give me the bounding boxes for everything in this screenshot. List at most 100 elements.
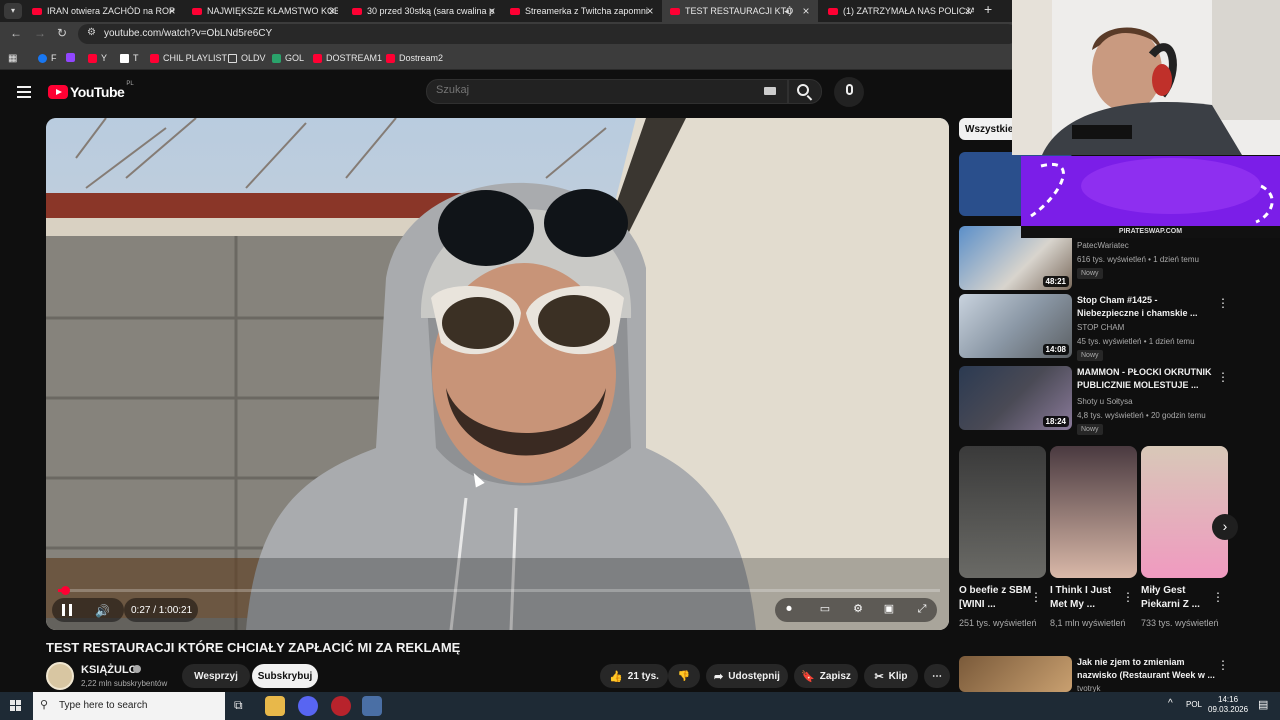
chrome-icon[interactable] [362,696,382,716]
tab-search-menu-button[interactable]: ▾ [4,3,22,19]
youtube-favicon-icon [192,7,202,15]
bookmark-x[interactable]: T [120,53,139,63]
more-vert-icon[interactable]: ⋮ [1217,658,1229,672]
video-title[interactable]: MAMMON - PŁOCKI OKRUTNIK PUBLICZNIE MOLE… [1077,366,1217,392]
bookmark-folder-oldv[interactable]: OLDV [228,53,266,63]
menu-icon[interactable] [17,86,31,101]
close-tab-icon[interactable]: × [486,4,498,18]
bookmark-gol[interactable]: GOL [272,53,304,63]
taskbar-search-placeholder[interactable]: Type here to search [59,700,147,711]
volume-icon[interactable]: 🔊 [95,604,110,618]
short-thumbnail[interactable] [1141,446,1228,578]
short-thumbnail[interactable] [1050,446,1137,578]
clip-label: Klip [888,670,908,682]
search-icon[interactable] [797,84,809,96]
browser-tab[interactable]: NAJWIĘKSZE KŁAMSTWO KOB × [192,0,338,22]
bookmark-chil-playlist[interactable]: CHIL PLAYLIST [150,53,227,63]
chip-all[interactable]: Wszystkie [959,118,1020,140]
support-button[interactable]: Wesprzyj [182,664,250,688]
fullscreen-icon[interactable]: ⤢ [915,603,929,615]
search-input[interactable] [436,84,736,96]
theater-mode-icon[interactable]: ▣ [882,603,896,615]
video-title[interactable]: Jak nie zjem to zmieniam nazwisko (Resta… [1077,656,1217,682]
x-logo-icon [120,53,129,63]
clip-button[interactable]: ✂ Klip [864,664,918,688]
tab-audio-icon[interactable]: ◂) [782,4,794,18]
short-title[interactable]: O beefie z SBM [WINI ... [959,584,1039,612]
progress-bar[interactable] [58,589,940,592]
browser-tab[interactable]: 30 przed 30stką (sara cwalina p × [352,0,498,22]
dislike-button[interactable]: 👎 [668,664,700,688]
close-tab-icon[interactable]: × [166,4,178,18]
task-view-icon[interactable]: ⧉ [234,698,243,713]
recommendation-item[interactable]: 14:08 Stop Cham #1425 - Niebezpieczne i … [959,294,1259,361]
windows-start-icon[interactable] [10,700,22,712]
more-actions-button[interactable]: ⋯ [924,664,950,688]
recommendation-item[interactable]: 18:24 MAMMON - PŁOCKI OKRUTNIK PUBLICZNI… [959,366,1259,435]
bookmark-dostream1[interactable]: DOSTREAM1 [313,53,382,63]
forward-arrow-icon[interactable]: → [34,26,46,40]
reload-icon[interactable]: ↻ [57,26,67,40]
youtube-icon [386,53,395,63]
subtitles-icon[interactable]: ▭ [818,603,832,615]
youtube-logo[interactable]: YouTube PL [48,81,134,100]
close-tab-icon[interactable]: × [326,4,338,18]
close-tab-icon[interactable]: × [644,4,656,18]
progress-scrubber[interactable] [61,586,70,595]
bookmark-youtube[interactable]: Y [88,53,107,63]
shorts-next-button[interactable]: › [1212,514,1238,540]
more-vert-icon[interactable]: ⋮ [1212,590,1224,604]
file-explorer-icon[interactable] [265,696,285,716]
close-tab-icon[interactable]: × [962,4,974,18]
short-title[interactable]: I Think I Just Met My ... [1050,584,1130,612]
site-info-icon[interactable]: ⚙ [87,27,96,38]
more-vert-icon[interactable]: ⋮ [1030,590,1042,604]
channel-name[interactable]: Shoty u Sołtysa [1077,397,1133,406]
taskbar-clock[interactable]: 14:16 09.03.2026 [1208,695,1248,715]
short-title[interactable]: Miły Gest Piekarni Z ... [1141,584,1221,612]
keyboard-language[interactable]: POL [1186,700,1202,709]
browser-tab-active[interactable]: TEST RESTAURACJI KTÓRE C ◂) × [662,0,818,22]
more-vert-icon[interactable]: ⋮ [1217,370,1229,384]
save-button[interactable]: 🔖 Zapisz [794,664,858,688]
browser-tab[interactable]: Streamerka z Twitcha zapomni × [510,0,656,22]
microphone-icon[interactable] [846,84,853,95]
more-vert-icon[interactable]: ⋮ [1217,296,1229,310]
close-tab-icon[interactable]: × [800,4,812,18]
video-thumbnail[interactable] [959,656,1072,692]
browser-tab[interactable]: (1) ZATRZYMAŁA NAS POLICJA × [828,0,974,22]
apps-grid-icon[interactable]: ▦ [8,53,17,64]
bookmark-facebook[interactable]: F [38,53,57,63]
tray-chevron-icon[interactable]: ^ [1168,698,1173,709]
video-thumbnail[interactable]: 18:24 [959,366,1072,430]
short-views: 251 tys. wyświetleń [959,618,1037,628]
video-player[interactable] [46,118,949,630]
keyboard-icon[interactable] [764,87,776,95]
settings-gear-icon[interactable]: ⚙ [851,603,865,615]
discord-icon[interactable] [298,696,318,716]
verified-icon [133,665,141,673]
new-tab-button[interactable]: + [984,1,992,17]
share-button[interactable]: ➦ Udostępnij [706,664,788,688]
notification-icon[interactable]: ▤ [1258,698,1268,711]
browser-tab[interactable]: IRAN otwiera ZACHÓD na ROP × [32,0,178,22]
pause-icon[interactable] [62,604,72,616]
channel-name[interactable]: KSIĄŻULO [81,664,137,676]
autoplay-toggle-icon[interactable]: ⏺ [782,603,796,615]
channel-name[interactable]: PatecWariatec [1077,241,1129,250]
more-vert-icon[interactable]: ⋮ [1122,590,1134,604]
url-text[interactable]: youtube.com/watch?v=ObLNd5re6CY [104,28,272,39]
app-icon[interactable] [331,696,351,716]
bookmark-dostream2[interactable]: Dostream2 [386,53,443,63]
short-thumbnail[interactable] [959,446,1046,578]
channel-name[interactable]: tvotryk [1077,684,1101,692]
channel-avatar[interactable] [46,662,74,690]
recommendation-item[interactable]: Jak nie zjem to zmieniam nazwisko (Resta… [959,656,1259,692]
back-arrow-icon[interactable]: ← [10,26,22,40]
bookmark-twitch[interactable] [66,53,79,62]
video-title[interactable]: Stop Cham #1425 - Niebezpieczne i chamsk… [1077,294,1217,320]
video-thumbnail[interactable]: 14:08 [959,294,1072,358]
subscribe-button[interactable]: Subskrybuj [252,664,318,688]
like-button[interactable]: 👍 21 tys. [600,664,668,688]
channel-name[interactable]: STOP CHAM [1077,323,1124,332]
